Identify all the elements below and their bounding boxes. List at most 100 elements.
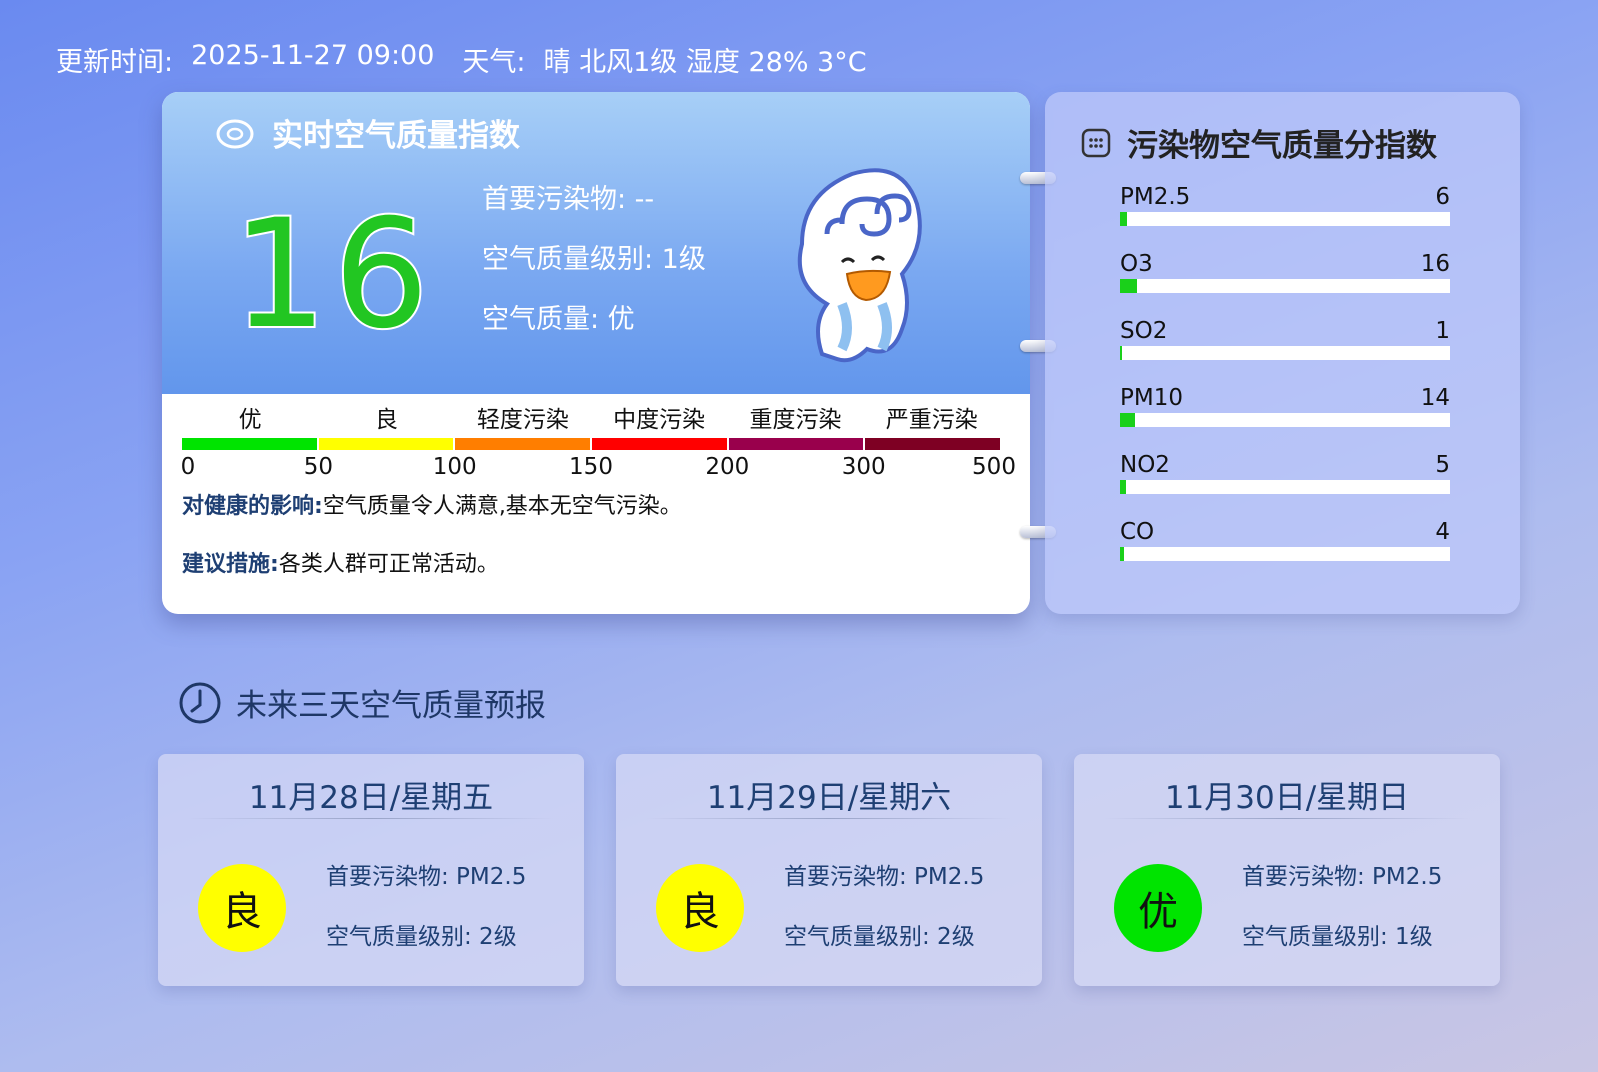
- forecast-details: 首要污染物: PM2.5 空气质量级别: 1级: [1242, 862, 1442, 982]
- pollutant-bar-track: [1120, 212, 1450, 226]
- scale-bar-segment: [592, 438, 727, 450]
- realtime-title: 实时空气质量指数: [216, 110, 520, 155]
- scale-label: 优: [238, 407, 262, 433]
- pollutant-bar-fill: [1120, 480, 1126, 494]
- pollutant-title: 污染物空气质量分指数: [1081, 120, 1437, 165]
- update-label: 更新时间:: [56, 47, 174, 78]
- aqi-level: 空气质量级别: 1级: [482, 244, 706, 275]
- forecast-level: 空气质量级别: 2级: [784, 924, 975, 950]
- scale-labels: 优 良 轻度污染 中度污染 重度污染 严重污染: [182, 400, 1000, 434]
- pollutant-label-row: PM10 14: [1120, 385, 1450, 411]
- scale-bar-segment: [182, 438, 317, 450]
- pollutant-name: O3: [1120, 251, 1153, 277]
- pollutant-value: 4: [1435, 519, 1450, 545]
- pollutant-label-row: O3 16: [1120, 251, 1450, 277]
- pollutant-value: 14: [1420, 385, 1450, 411]
- pollutant-label-row: PM2.5 6: [1120, 184, 1450, 210]
- forecast-primary: 首要污染物: PM2.5: [784, 864, 985, 890]
- forecast-card: 11月30日/星期日优 首要污染物: PM2.5 空气质量级别: 1级: [1074, 754, 1500, 986]
- divider: [1104, 818, 1470, 819]
- pollutant-row: PM2.5 6: [1120, 184, 1450, 226]
- scale-bars: [182, 438, 1001, 450]
- forecast-primary: 首要污染物: PM2.5: [326, 864, 527, 890]
- pollutant-title-text: 污染物空气质量分指数: [1127, 128, 1437, 164]
- pollutant-value: 5: [1435, 452, 1450, 478]
- pollutant-label-row: NO2 5: [1120, 452, 1450, 478]
- forecast-title: 未来三天空气质量预报: [236, 688, 546, 724]
- pollutant-row: NO2 5: [1120, 452, 1450, 494]
- pollutant-name: NO2: [1120, 452, 1170, 478]
- pollutant-bar-fill: [1120, 346, 1122, 360]
- clock-icon: [178, 681, 222, 725]
- weather-info: 天气: 晴 北风1级 湿度 28% 3°C: [462, 40, 866, 79]
- pollutant-bar-track: [1120, 547, 1450, 561]
- scale-tick: 200: [705, 454, 750, 480]
- scale-label: 中度污染: [613, 407, 706, 433]
- pollutant-value: 6: [1435, 184, 1450, 210]
- forecast-date: 11月29日/星期六: [706, 780, 952, 816]
- pollutant-row: O3 16: [1120, 251, 1450, 293]
- pollutant-card: 污染物空气质量分指数 PM2.5 6 O3 16 SO2 1 PM10 14 NO2 5 CO 4: [1045, 92, 1520, 614]
- aqi-quality: 空气质量: 优: [482, 304, 635, 335]
- primary-pollutant: 首要污染物: --: [482, 184, 655, 215]
- scale-bar-segment: [318, 438, 454, 450]
- pollutant-value: 1: [1435, 318, 1450, 344]
- weather-label: 天气:: [462, 47, 526, 78]
- mascot-illustration: [782, 154, 932, 374]
- pollutant-bar-fill: [1120, 547, 1125, 561]
- scale-tick: 150: [569, 454, 613, 480]
- scale-label: 重度污染: [749, 407, 842, 433]
- health-impact: 对健康的影响:空气质量令人满意,基本无空气污染。: [182, 488, 682, 520]
- pollutant-bar-fill: [1120, 413, 1135, 427]
- pollutant-label-row: CO 4: [1120, 519, 1450, 545]
- grid-icon: [1081, 128, 1111, 158]
- status-bar: 更新时间: 2025-11-27 09:00 天气: 晴 北风1级 湿度 28%…: [56, 40, 867, 79]
- advice-label: 建议措施:: [182, 552, 279, 577]
- update-value: 2025-11-27 09:00: [191, 40, 435, 71]
- forecast-level-badge: 良: [656, 864, 744, 952]
- forecast-level: 空气质量级别: 2级: [326, 924, 517, 950]
- realtime-title-text: 实时空气质量指数: [272, 118, 520, 154]
- advice-text: 各类人群可正常活动。: [278, 552, 499, 577]
- pollutant-bar-track: [1120, 480, 1450, 494]
- pollutant-row: CO 4: [1120, 519, 1450, 561]
- divider: [188, 818, 554, 819]
- scale-ticks: 0 50 100 150 200 300 500: [180, 454, 1016, 488]
- pollutant-name: CO: [1120, 519, 1155, 545]
- scale-tick: 0: [180, 454, 196, 480]
- scale-tick: 100: [432, 454, 477, 480]
- forecast-level: 空气质量级别: 1级: [1242, 924, 1433, 950]
- update-time: 更新时间: 2025-11-27 09:00: [56, 40, 434, 79]
- aqi-value: 16: [230, 188, 435, 362]
- scale-tick: 50: [303, 454, 333, 480]
- realtime-aqi-card: 实时空气质量指数 16 首要污染物: -- 空气质量级别: 1级 空气质量: 优…: [162, 92, 1030, 614]
- forecast-card: 11月28日/星期五良 首要污染物: PM2.5 空气质量级别: 2级: [158, 754, 584, 986]
- forecast-level-badge: 良: [198, 864, 286, 952]
- pollutant-bar-track: [1120, 346, 1450, 360]
- pollutant-name: PM10: [1120, 385, 1183, 411]
- pollutant-row: PM10 14: [1120, 385, 1450, 427]
- forecast-primary: 首要污染物: PM2.5: [1242, 864, 1443, 890]
- aqi-header-panel: 实时空气质量指数 16 首要污染物: -- 空气质量级别: 1级 空气质量: 优: [162, 92, 1030, 394]
- cloud-icon: [216, 116, 254, 150]
- pollutant-bar-track: [1120, 279, 1450, 293]
- pollutant-row: SO2 1: [1120, 318, 1450, 360]
- scale-label: 严重污染: [885, 407, 978, 433]
- scale-tick: 300: [841, 454, 886, 480]
- health-text: 空气质量令人满意,基本无空气污染。: [322, 494, 682, 519]
- pollutant-name: SO2: [1120, 318, 1168, 344]
- divider: [646, 818, 1012, 819]
- pollutant-label-row: SO2 1: [1120, 318, 1450, 344]
- scale-bar-segment: [455, 438, 591, 450]
- scale-label: 轻度污染: [476, 407, 569, 433]
- forecast-details: 首要污染物: PM2.5 空气质量级别: 2级: [784, 862, 984, 982]
- weather-value: 晴 北风1级 湿度 28% 3°C: [543, 47, 867, 78]
- forecast-level-badge: 优: [1114, 864, 1202, 952]
- pollutant-value: 16: [1420, 251, 1450, 277]
- forecast-date: 11月30日/星期日: [1164, 780, 1410, 816]
- pollutant-bar-track: [1120, 413, 1450, 427]
- scale-tick: 500: [972, 454, 1016, 480]
- scale-bar-segment: [728, 438, 864, 450]
- aqi-scale: 优 良 轻度污染 中度污染 重度污染 严重污染 0 50 100 150 200 300 500: [180, 400, 1016, 488]
- advice: 建议措施:各类人群可正常活动。: [182, 546, 499, 578]
